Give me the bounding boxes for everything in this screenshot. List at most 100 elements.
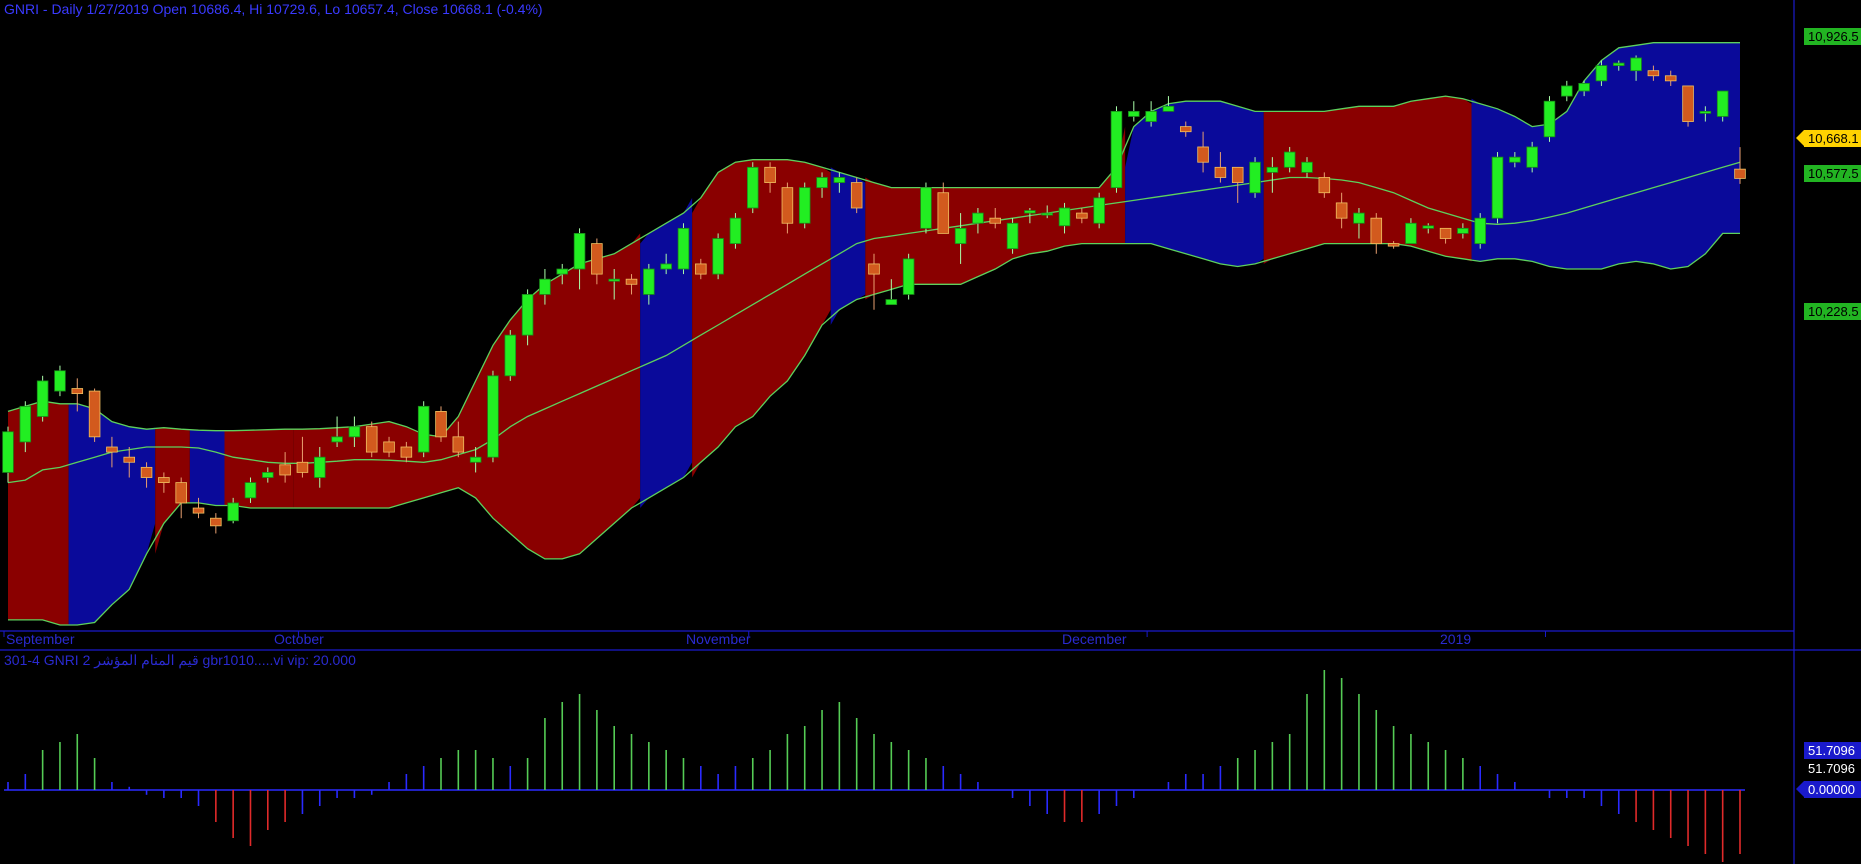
candle-body [1509, 156, 1521, 163]
candle-64 [1110, 106, 1123, 193]
month-label-october: October [274, 631, 324, 647]
candle-body [1457, 227, 1469, 234]
candle-body [244, 482, 257, 499]
candle-body [1249, 161, 1261, 194]
indicator-zero-arrow-icon [1796, 781, 1804, 797]
candle-21 [365, 421, 378, 458]
band-region-5 [293, 233, 641, 559]
candle-body [504, 334, 517, 377]
candle-body [1405, 222, 1417, 244]
candle-body [1612, 62, 1625, 66]
candle-body [1041, 212, 1053, 216]
candle-3 [54, 365, 66, 397]
indicator-label-value-2: 51.7096 [1804, 760, 1861, 777]
candle-41 [712, 233, 724, 280]
candle-body [1093, 197, 1105, 224]
candle-body [1145, 110, 1157, 122]
candle-body [365, 426, 378, 453]
candle-body [1682, 85, 1694, 122]
candle-28 [487, 370, 499, 463]
candle-body [1231, 166, 1244, 183]
candle-body [937, 192, 950, 234]
price-chart[interactable] [0, 0, 1861, 864]
candle-body [695, 263, 707, 275]
candle-body [1647, 70, 1660, 77]
candle-body [452, 436, 465, 453]
candle-90 [1561, 80, 1573, 102]
candle-86 [1491, 152, 1504, 224]
candle-body [313, 456, 326, 478]
candle-body [625, 278, 638, 285]
candle-body [833, 177, 846, 183]
candle-body [192, 507, 205, 514]
candle-body [1561, 85, 1573, 97]
candle-body [1214, 166, 1227, 178]
candle-53 [920, 182, 932, 234]
candle-body [1543, 100, 1556, 138]
bollinger-band-regions [8, 42, 1740, 625]
candle-body [1422, 225, 1435, 229]
candle-body [1335, 202, 1348, 219]
candle-body [781, 187, 794, 224]
candle-body [954, 227, 967, 244]
candle-2 [36, 375, 49, 422]
candle-body [1595, 65, 1608, 82]
candle-body [1058, 207, 1071, 227]
candle-body [798, 187, 811, 224]
candle-body [902, 258, 915, 295]
candle-body [764, 166, 776, 183]
candle-5 [88, 388, 101, 442]
candle-65 [1128, 101, 1140, 122]
candle-body [885, 299, 898, 306]
indicator-title: 301-4 GNRI قيم المنام المؤشر 2 gbr1010..… [4, 652, 356, 668]
candle-body [435, 411, 447, 438]
candle-body [1664, 75, 1677, 82]
price-label-high: 10,926.5 [1804, 28, 1861, 45]
candle-body [1266, 166, 1279, 173]
candle-79 [1370, 213, 1383, 254]
candle-body [123, 456, 136, 463]
candle-52 [902, 253, 915, 300]
candle-body [1699, 110, 1712, 114]
candle-body [1162, 105, 1175, 112]
candle-body [1197, 146, 1209, 163]
candle-body [348, 426, 361, 438]
candle-72 [1249, 157, 1261, 198]
candle-body [1578, 82, 1590, 92]
candle-body [54, 370, 66, 392]
candle-body [972, 212, 984, 224]
candle-body [1370, 217, 1383, 244]
candle-58 [1006, 218, 1019, 254]
month-label-december: December [1062, 631, 1127, 647]
candle-body [36, 380, 49, 417]
candle-body [729, 217, 742, 244]
candle-body [677, 227, 690, 270]
candle-body [1024, 210, 1036, 214]
band-region-0 [8, 401, 69, 625]
candle-43 [746, 162, 759, 214]
candle-body [296, 461, 309, 473]
candle-46 [798, 182, 811, 229]
candle-body [573, 233, 586, 270]
price-label-lower: 10,228.5 [1804, 303, 1861, 320]
candle-body [1353, 212, 1365, 224]
chart-title: GNRI - Daily 1/27/2019 Open 10686.4, Hi … [4, 1, 543, 17]
indicator-label-zero: 0.00000 [1804, 781, 1861, 798]
candle-body [868, 263, 880, 275]
candle-body [1734, 168, 1746, 179]
candle-body [140, 466, 153, 478]
candle-body [227, 502, 239, 522]
candle-body [71, 388, 84, 395]
candle-body [210, 517, 222, 527]
candle-body [660, 263, 672, 270]
candle-body [106, 446, 118, 453]
candle-24 [417, 401, 430, 458]
candle-body [1128, 110, 1140, 117]
candle-body [556, 268, 569, 275]
candle-body [608, 278, 620, 282]
candle-body [331, 436, 343, 443]
candle-body [469, 456, 482, 463]
candle-49 [850, 177, 863, 214]
oscillator-histogram [4, 670, 1745, 862]
candle-29 [504, 330, 517, 381]
